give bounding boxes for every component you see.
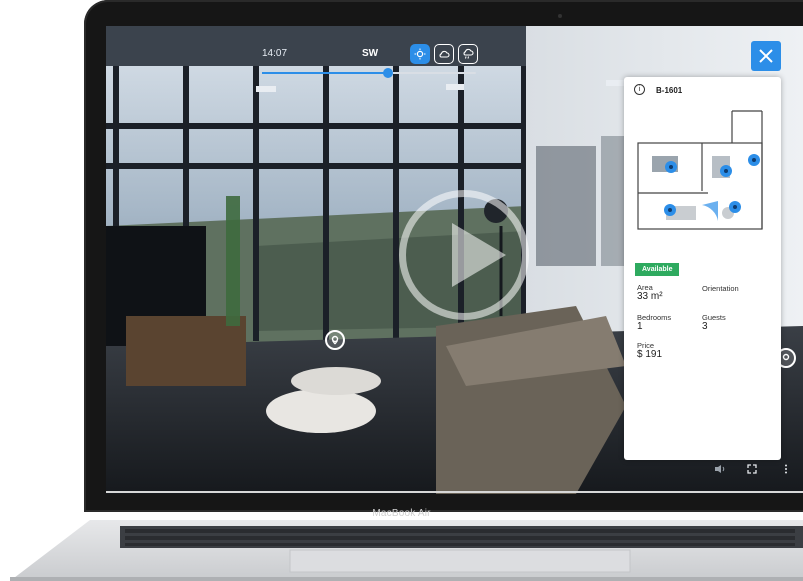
rain-cloud-button[interactable]: [458, 44, 478, 64]
cloud-icon: [439, 50, 450, 58]
more-options-icon[interactable]: [784, 464, 788, 477]
floor-plan-pin-hall[interactable]: [748, 154, 760, 166]
info-icon[interactable]: i: [634, 84, 645, 95]
floor-plan[interactable]: [632, 101, 772, 251]
device-label: MacBook Air: [372, 508, 431, 519]
bedrooms-value: 1: [637, 321, 643, 332]
daylight-slider[interactable]: [262, 68, 476, 78]
sun-button[interactable]: [410, 44, 430, 64]
rain-cloud-icon: [463, 48, 474, 59]
daylight-slider-fill: [262, 72, 389, 74]
unit-id: B-1601: [656, 86, 683, 95]
close-button[interactable]: [751, 41, 781, 71]
orientation-label: Orientation: [702, 284, 739, 293]
guests-value: 3: [702, 321, 708, 332]
camera-dot: [558, 14, 562, 18]
video-progress-bar[interactable]: [106, 491, 803, 493]
status-badge: Available: [635, 263, 680, 276]
time-label: 14:07: [262, 48, 288, 59]
floor-plan-pin-living[interactable]: [664, 204, 676, 216]
floor-plan-pin-bedroom[interactable]: [665, 161, 677, 173]
compass-direction: SW: [362, 48, 379, 59]
price-value: $ 191: [637, 349, 663, 360]
fullscreen-icon[interactable]: [747, 464, 757, 477]
unit-info-panel: i B-1601 Available Area 33 m² Orientatio…: [624, 77, 781, 460]
area-value: 33 m²: [637, 291, 663, 302]
time-of-day-control: 14:07 SW: [262, 44, 480, 88]
close-icon: [759, 49, 773, 63]
play-icon[interactable]: [452, 223, 506, 287]
volume-icon[interactable]: [714, 464, 726, 477]
sun-icon: [414, 48, 426, 60]
daylight-slider-thumb[interactable]: [383, 68, 394, 78]
floor-plan-pin-dining[interactable]: [729, 201, 741, 213]
laptop-keyboard-base: [10, 520, 803, 581]
location-pin-icon[interactable]: [325, 330, 345, 350]
cloud-button[interactable]: [434, 44, 454, 64]
floor-plan-pin-bath[interactable]: [720, 165, 732, 177]
